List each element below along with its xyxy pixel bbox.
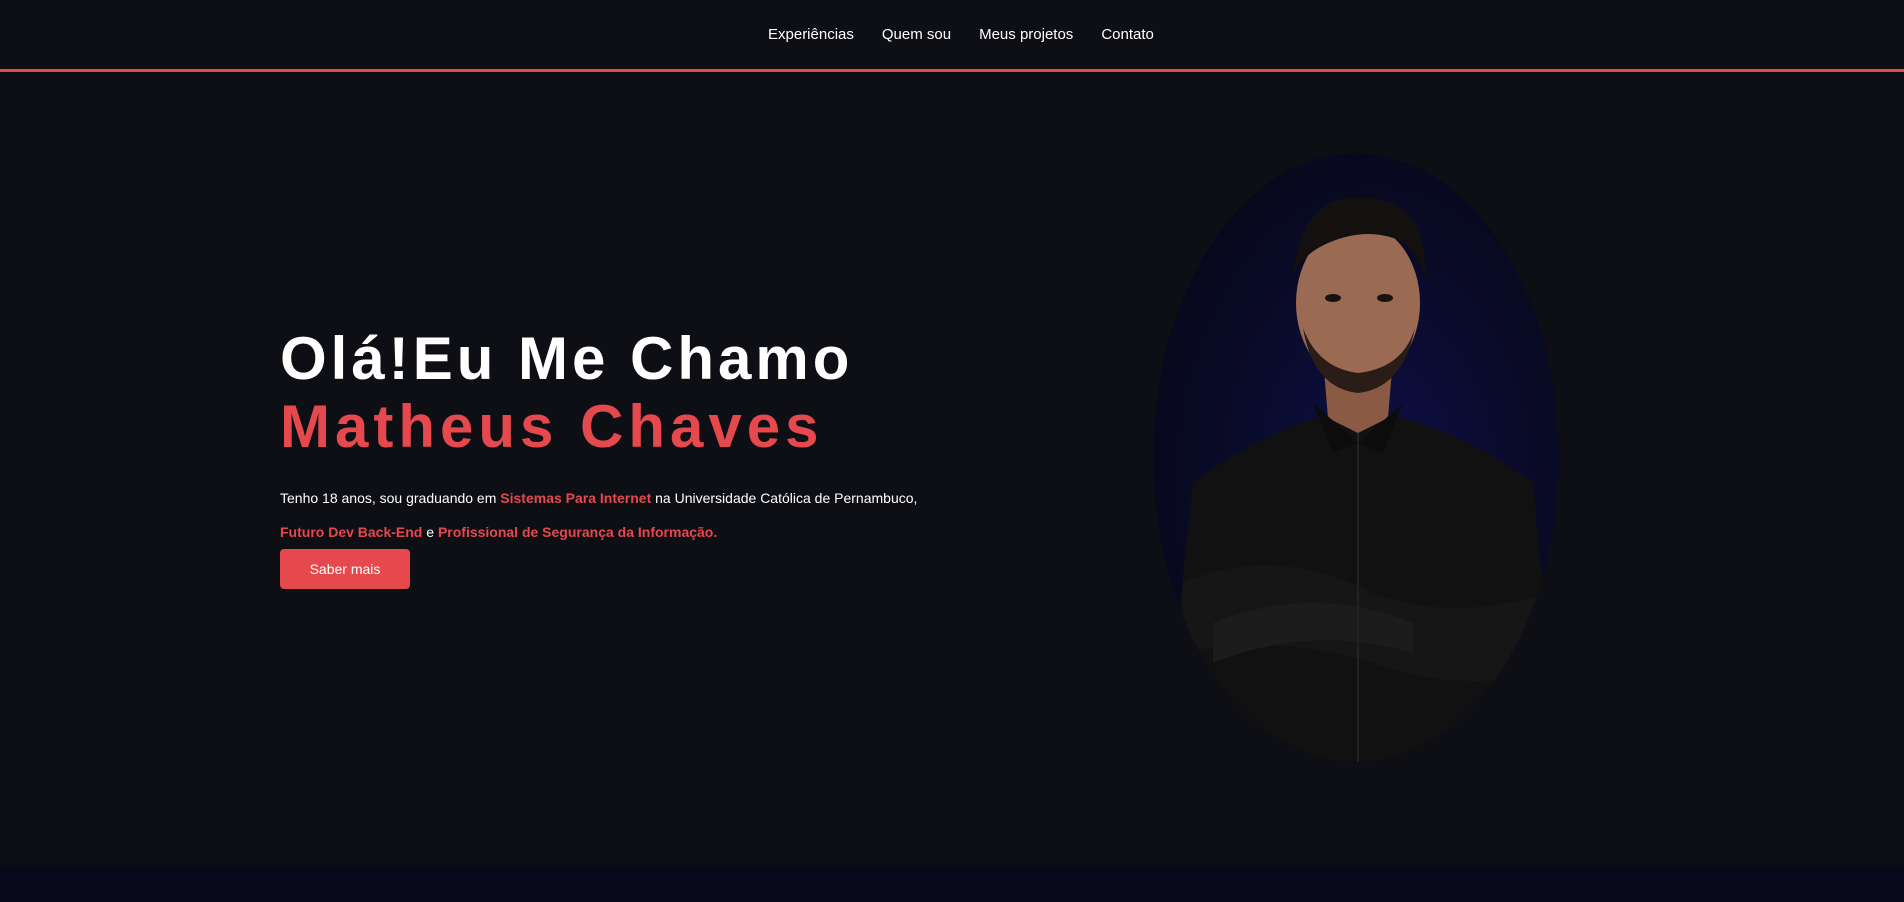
hero-desc-line-2: Futuro Dev Back-End e Profissional de Se… bbox=[280, 515, 980, 549]
nav-menu: Experiências Quem sou Meus projetos Cont… bbox=[768, 26, 1154, 43]
navbar: Experiências Quem sou Meus projetos Cont… bbox=[0, 0, 1904, 72]
saber-mais-button[interactable]: Saber mais bbox=[280, 549, 410, 589]
page: Experiências Quem sou Meus projetos Cont… bbox=[0, 0, 1904, 902]
nav-link-experiencias[interactable]: Experiências bbox=[768, 26, 854, 43]
desc-highlight-backend: Futuro Dev Back-End bbox=[280, 524, 423, 540]
profile-photo bbox=[1153, 153, 1559, 762]
desc-text: na Universidade Católica de Pernambuco, bbox=[651, 490, 918, 506]
desc-text: e bbox=[422, 524, 438, 540]
desc-text: Tenho 18 anos, sou graduando em bbox=[280, 490, 501, 506]
profile-photo-illustration bbox=[1163, 197, 1559, 762]
hero-name: Matheus Chaves bbox=[280, 393, 824, 460]
nav-link-meus-projetos[interactable]: Meus projetos bbox=[979, 26, 1073, 43]
hero-description: Tenho 18 anos, sou graduando em Sistemas… bbox=[280, 481, 980, 549]
hero-section: Olá!Eu Me Chamo Matheus Chaves Tenho 18 … bbox=[280, 325, 980, 549]
hero-greeting: Olá!Eu Me Chamo bbox=[280, 325, 854, 392]
desc-highlight-security: Profissional de Segurança da Informação. bbox=[437, 524, 718, 540]
nav-link-quem-sou[interactable]: Quem sou bbox=[882, 26, 951, 43]
nav-link-contato[interactable]: Contato bbox=[1101, 26, 1154, 43]
hero-desc-line-1: Tenho 18 anos, sou graduando em Sistemas… bbox=[280, 481, 980, 515]
desc-highlight-course: Sistemas Para Internet bbox=[500, 490, 652, 506]
next-section-strip bbox=[0, 865, 1904, 902]
